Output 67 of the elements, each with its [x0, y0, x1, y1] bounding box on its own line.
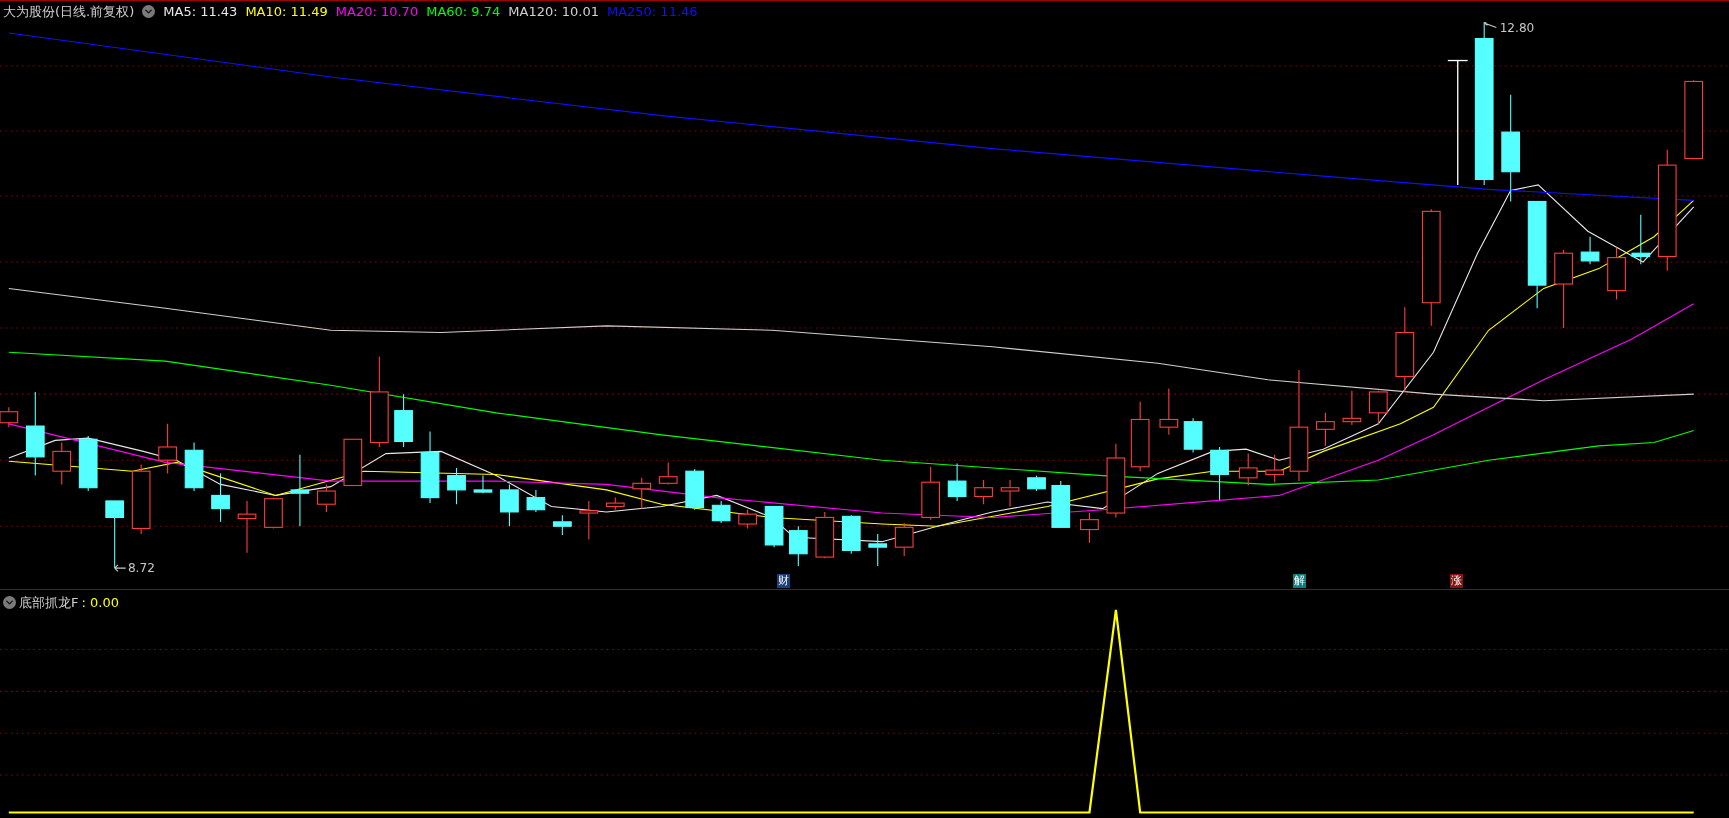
indicator-value: MA20: 10.70	[335, 2, 419, 21]
candlestick	[974, 479, 993, 505]
candlestick	[500, 483, 519, 527]
event-marker[interactable]: 涨	[1449, 574, 1463, 588]
candlestick	[105, 500, 125, 569]
candlestick	[685, 468, 705, 511]
candlestick	[447, 467, 466, 505]
candlestick	[1027, 475, 1046, 492]
candlestick	[131, 464, 151, 535]
indicator-value: MA250: 11.46	[606, 2, 698, 21]
candlestick	[78, 435, 98, 492]
candlestick	[1342, 390, 1362, 426]
event-marker[interactable]: 财	[776, 574, 790, 588]
event-marker[interactable]: 解	[1292, 574, 1306, 588]
candlestick	[184, 442, 204, 492]
candlestick	[1080, 512, 1099, 544]
candlestick	[815, 511, 835, 559]
chart-title: 大为股份(日线.前复权)	[3, 2, 135, 21]
candlestick	[711, 500, 731, 524]
candlestick	[947, 462, 967, 502]
indicator-value: MA120: 10.01	[508, 2, 599, 21]
candlestick	[158, 423, 177, 474]
candlestick	[894, 522, 914, 557]
candlestick	[868, 533, 888, 567]
candlestick	[526, 489, 546, 513]
candlestick	[658, 461, 678, 485]
indicator-title: 底部抓龙F	[19, 594, 79, 612]
arrow-icon	[1483, 22, 1497, 29]
candlestick	[264, 497, 283, 529]
candlestick	[1238, 453, 1258, 487]
candlestick	[1607, 247, 1626, 300]
candlestick	[1051, 480, 1071, 528]
candlestick	[1265, 454, 1285, 483]
candlestick	[343, 438, 363, 487]
candlestick	[1316, 412, 1335, 447]
candlestick	[738, 509, 757, 529]
candlestick	[788, 525, 808, 567]
chevron-down-icon[interactable]	[3, 596, 16, 610]
chevron-down-icon[interactable]	[142, 5, 156, 18]
candlestick	[1159, 388, 1179, 436]
candlestick	[473, 475, 493, 494]
candlestick	[52, 442, 72, 485]
indicator-value: : 0.00	[81, 594, 119, 612]
candlestick	[841, 514, 861, 555]
candlestick	[237, 500, 257, 554]
candlestick	[211, 472, 230, 523]
candlestick	[605, 497, 625, 511]
candlestick	[921, 466, 941, 521]
indicator-value: MA60: 9.74	[426, 2, 501, 21]
candlestick	[1210, 446, 1229, 501]
candlestick	[317, 483, 336, 513]
candlestick	[764, 505, 784, 548]
candlestick	[1580, 236, 1600, 265]
low-price-label: 8.72	[127, 561, 155, 576]
candlestick	[553, 514, 572, 536]
arrow-icon	[114, 564, 127, 572]
indicator-value: MA5: 11.43	[163, 2, 238, 21]
candlestick	[1369, 390, 1388, 425]
candlestick	[1000, 479, 1020, 507]
candlestick	[394, 393, 413, 448]
indicator-value: MA10: 11.49	[245, 2, 328, 21]
candlestick	[579, 500, 599, 540]
candlestick	[1183, 417, 1203, 454]
candlestick	[1130, 401, 1150, 472]
candlestick	[632, 477, 652, 510]
high-price-label: 12.80	[1499, 22, 1535, 35]
candlestick	[1631, 214, 1651, 265]
